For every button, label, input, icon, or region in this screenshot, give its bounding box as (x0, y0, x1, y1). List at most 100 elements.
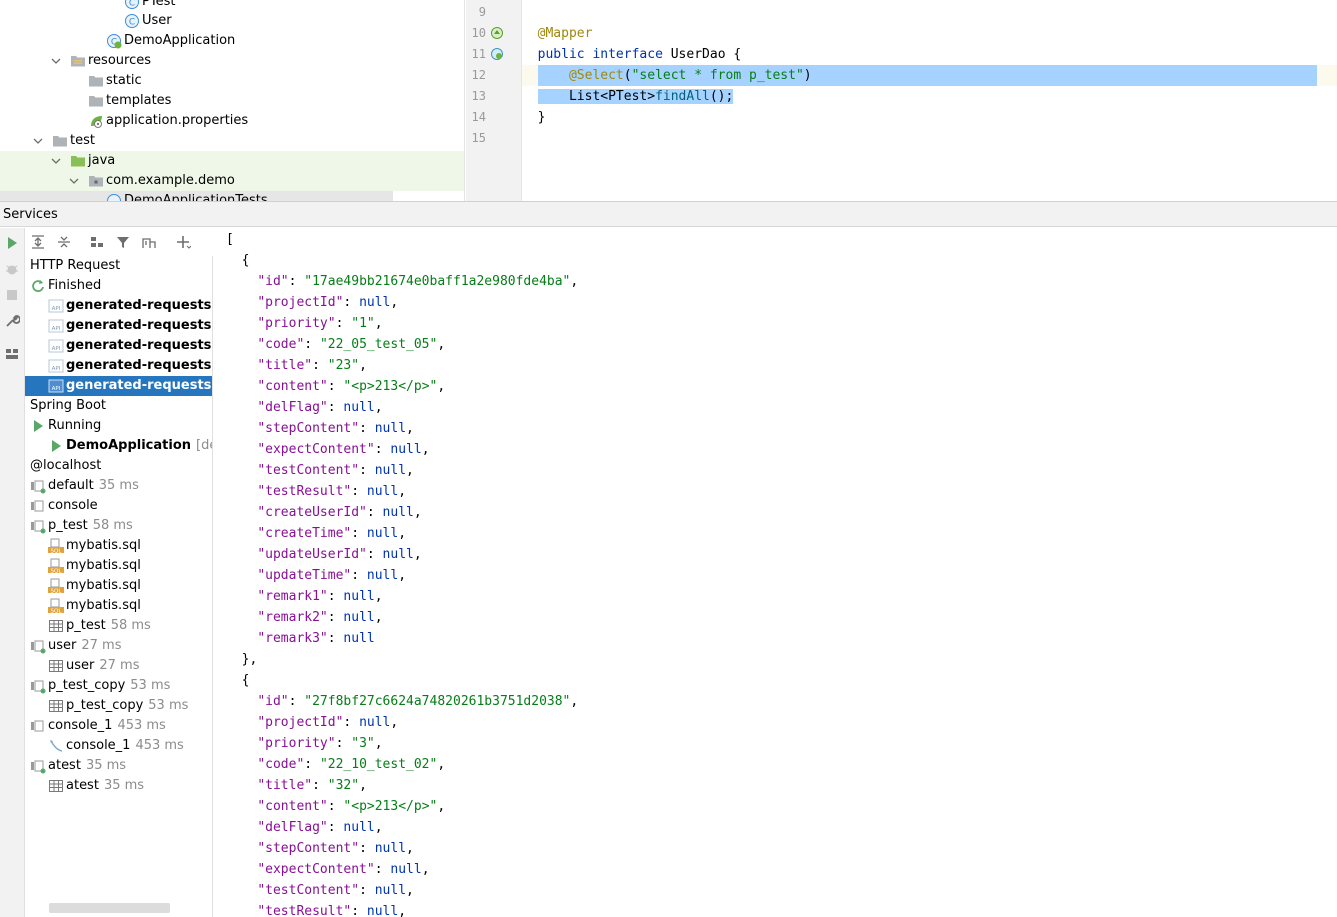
svc-node-table[interactable]: p_test_copy 53 ms (25, 696, 212, 716)
class-icon: C (124, 13, 140, 29)
tree-item-label: DemoApplication (124, 33, 236, 48)
json-value: "1" (351, 316, 375, 331)
svc-node-generated-request[interactable]: API generated-requests#24 (25, 316, 212, 336)
chevron-down-icon[interactable] (69, 176, 79, 186)
mybatis-mapper-icon[interactable] (490, 26, 504, 40)
project-tree[interactable]: C PTest C User C DemoApplication resourc… (0, 0, 465, 201)
json-key: "content" (257, 799, 328, 814)
svc-node-spring-boot[interactable]: Spring Boot (25, 396, 212, 416)
services-tree[interactable]: HTTP Request Finished API generated-requ… (25, 256, 213, 917)
svc-node-db-session[interactable]: atest 35 ms (25, 756, 212, 776)
svc-node-table[interactable]: p_test 58 ms (25, 616, 212, 636)
add-icon[interactable] (175, 234, 192, 250)
folder-icon (52, 133, 68, 149)
svc-node-label: p_test_copy (48, 678, 126, 693)
collapse-all-icon[interactable] (56, 234, 72, 250)
spring-bean-icon[interactable] (490, 47, 504, 61)
svc-node-console-file[interactable]: console_1 453 ms (25, 736, 212, 756)
json-value: null (366, 904, 399, 917)
http-response-output[interactable]: [ { "id": "17ae49bb21674e0baff1a2e980fde… (214, 228, 1337, 917)
group-by-icon[interactable] (89, 234, 105, 250)
json-field: "title": "23", (257, 358, 367, 373)
svc-node-label: generated-requests#24 (66, 318, 212, 333)
svc-node-running[interactable]: Running (25, 416, 212, 436)
db-console-icon (30, 678, 46, 694)
tree-item-java[interactable]: java (0, 151, 464, 171)
svc-node-finished[interactable]: Finished (25, 276, 212, 296)
chevron-down-icon[interactable] (51, 56, 61, 66)
json-key: "createUserId" (257, 505, 367, 520)
tree-item-templates[interactable]: templates (0, 91, 464, 111)
svc-node-localhost[interactable]: @localhost (25, 456, 212, 476)
code-paren: ( (623, 68, 632, 83)
svc-node-table[interactable]: atest 35 ms (25, 776, 212, 796)
tree-item-label: application.properties (106, 113, 249, 128)
chevron-down-icon[interactable] (33, 136, 43, 146)
svc-node-db-session[interactable]: default 35 ms (25, 476, 212, 496)
debug-icon[interactable] (4, 261, 20, 277)
svg-text:API: API (52, 366, 61, 372)
svc-node-generated-request[interactable]: API generated-requests#22 (25, 296, 212, 316)
code-line-14: } (522, 107, 546, 128)
svg-text:C: C (129, 18, 135, 28)
json-bracket: [ (226, 232, 234, 247)
svc-node-label: p_test (66, 618, 106, 633)
tree-item-demoapplicationtests[interactable]: DemoApplicationTests (0, 191, 393, 201)
svc-node-sql-file[interactable]: SQL mybatis.sql (25, 596, 212, 616)
svc-node-meta: 35 ms (98, 478, 139, 493)
tree-item-user[interactable]: C User (0, 11, 464, 31)
svc-node-label: mybatis.sql (66, 578, 141, 593)
stop-icon[interactable] (4, 287, 20, 303)
json-object-open: { (226, 250, 250, 271)
tree-item-com-example-demo[interactable]: com.example.demo (0, 171, 464, 191)
tree-item-demoapplication[interactable]: C DemoApplication (0, 31, 464, 51)
svc-node-db-session[interactable]: console (25, 496, 212, 516)
new-tab-icon[interactable] (141, 234, 157, 250)
db-console-icon (30, 758, 46, 774)
svc-node-meta: 453 ms (135, 738, 184, 753)
json-value: null (374, 883, 407, 898)
tree-item-resources[interactable]: resources (0, 51, 464, 71)
svc-node-label: DemoApplication (66, 438, 192, 453)
chevron-down-icon[interactable] (51, 156, 61, 166)
json-brace: { (241, 673, 250, 688)
package-icon (88, 173, 104, 189)
json-field: "stepContent": null, (257, 421, 414, 436)
horizontal-scrollbar[interactable] (49, 903, 170, 913)
tree-item-test[interactable]: test (0, 131, 464, 151)
layout-icon[interactable] (4, 346, 20, 362)
json-value: null (343, 610, 375, 625)
run-icon[interactable] (4, 235, 20, 251)
svc-node-sql-file[interactable]: SQL mybatis.sql (25, 576, 212, 596)
svc-node-table[interactable]: user 27 ms (25, 656, 212, 676)
json-value: null (374, 421, 407, 436)
svc-node-db-session[interactable]: console_1 453 ms (25, 716, 212, 736)
svc-node-sql-file[interactable]: SQL mybatis.sql (25, 556, 212, 576)
svc-node-db-session[interactable]: user 27 ms (25, 636, 212, 656)
svc-node-db-session[interactable]: p_test_copy 53 ms (25, 676, 212, 696)
svc-node-generated-request[interactable]: API generated-requests#27 (25, 356, 212, 376)
json-value: "23" (327, 358, 360, 373)
svc-node-label: p_test_copy (66, 698, 144, 713)
code-editor[interactable]: 9 10 11 12 13 14 15 @Mapper public inter… (466, 0, 1337, 201)
svc-node-generated-request[interactable]: API generated-requests#26 (25, 336, 212, 356)
tree-item-static[interactable]: static (0, 71, 464, 91)
svc-node-db-session[interactable]: p_test 58 ms (25, 516, 212, 536)
json-key: "priority" (257, 736, 336, 751)
json-field: "createUserId": null, (257, 505, 422, 520)
svc-node-sql-file[interactable]: SQL mybatis.sql (25, 536, 212, 556)
json-value: null (382, 505, 414, 520)
svc-node-demoapplication[interactable]: DemoApplication [devtc (25, 436, 212, 456)
wrench-icon[interactable] (4, 313, 21, 329)
svc-node-http-request[interactable]: HTTP Request (25, 256, 212, 276)
tree-item-application-properties[interactable]: application.properties (0, 111, 464, 131)
code-string: "select * from p_test" (631, 68, 804, 83)
filter-icon[interactable] (115, 234, 131, 250)
code-line-11: public interface UserDao { (522, 44, 742, 65)
json-key: "updateTime" (257, 568, 352, 583)
svc-node-generated-request-selected[interactable]: API generated-requests#28 (25, 376, 212, 396)
expand-all-icon[interactable] (30, 234, 46, 250)
code-brace: { (733, 47, 742, 62)
json-key: "title" (257, 778, 313, 793)
json-value: null (366, 568, 399, 583)
